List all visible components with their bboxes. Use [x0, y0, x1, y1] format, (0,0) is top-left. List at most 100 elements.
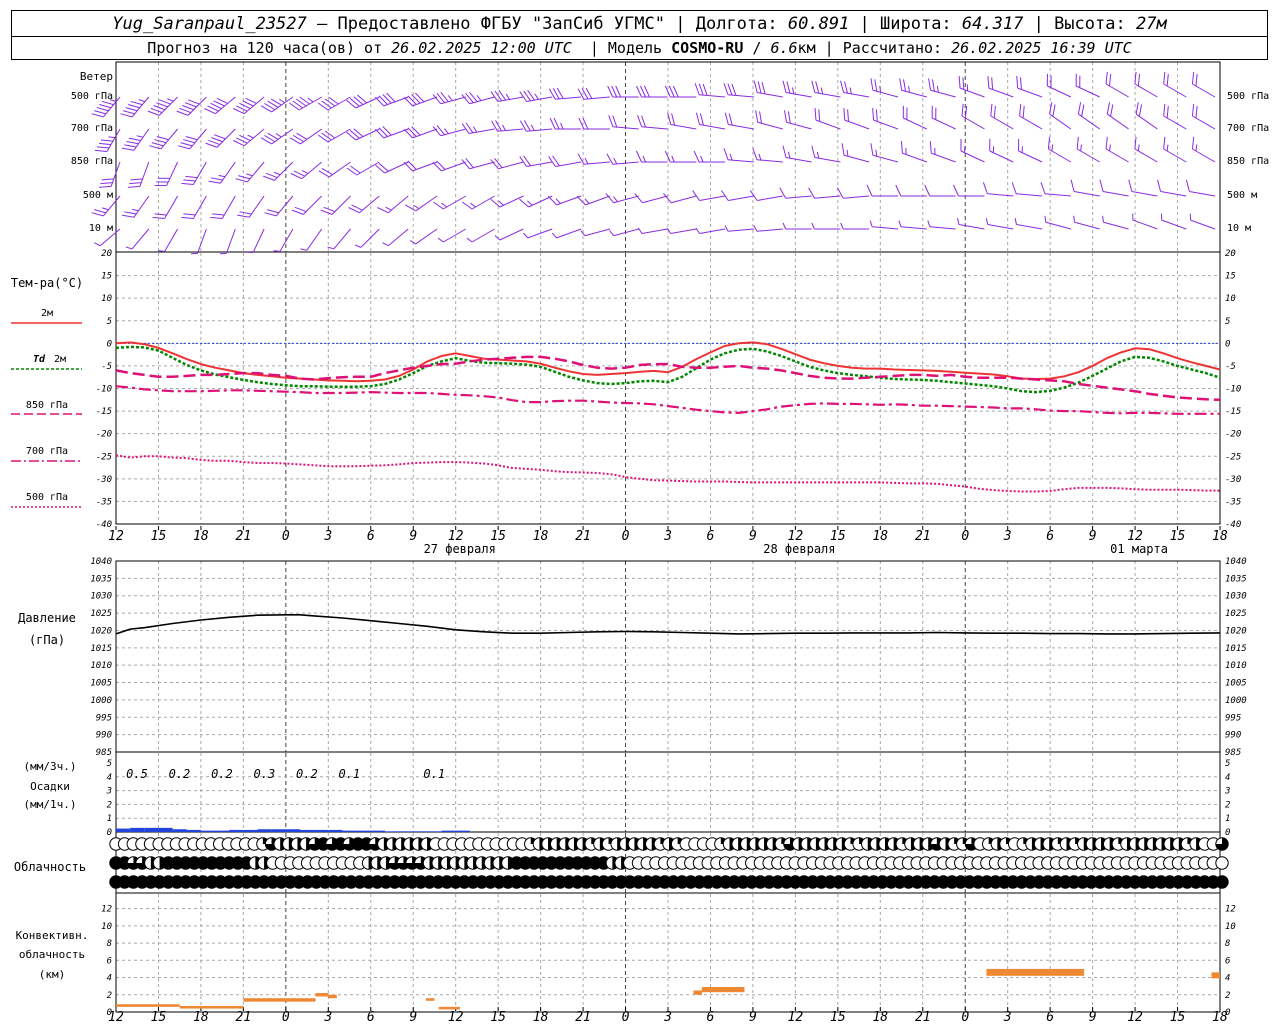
- wind-barb: [1157, 179, 1187, 197]
- wind-barb-feather: [929, 141, 932, 154]
- wind-barb-feather: [1128, 179, 1133, 192]
- temp-tick-left: 20: [101, 249, 112, 259]
- conv-time-tick-label: 0: [961, 1010, 969, 1024]
- wind-barb: [723, 83, 754, 98]
- conv-time-tick-label: 0: [282, 1010, 290, 1024]
- precip-title: Осадки: [30, 780, 70, 793]
- wind-barb: [176, 96, 207, 116]
- wind-barb: [354, 228, 380, 248]
- conv-tick-left: 2: [107, 991, 112, 1001]
- wind-barb: [580, 228, 611, 237]
- wind-barb-half-feather: [158, 250, 165, 253]
- wind-barb: [235, 161, 265, 183]
- pressure-tick-right: 1035: [1225, 574, 1247, 584]
- wind-barb-feather: [953, 184, 959, 197]
- temp-time-tick-label: 0: [622, 529, 630, 544]
- wind-barb-half-feather: [584, 157, 589, 165]
- precip-tick-right: 0: [1225, 828, 1230, 838]
- wind-barb-shaft: [1045, 221, 1072, 230]
- temp-tick-right: -10: [1225, 385, 1241, 395]
- wind-barb: [1128, 179, 1158, 197]
- cloud-symbol-lower: [1215, 875, 1229, 889]
- wind-barb-half-feather: [551, 232, 558, 239]
- wind-barb-shaft: [1189, 190, 1216, 197]
- wind-barb-shaft: [1160, 190, 1187, 197]
- precip-sum-label: 0.1: [423, 767, 445, 781]
- temp-tick-left: -30: [96, 475, 112, 485]
- wind-barb-half-feather: [1073, 215, 1076, 223]
- temp-time-tick-label: 3: [323, 529, 332, 544]
- conv-title-1: Конвективн.: [16, 929, 89, 942]
- temp-time-tick-label: 21: [575, 529, 591, 544]
- wind-barb-shaft: [1132, 219, 1158, 230]
- temp-tick-right: 5: [1225, 317, 1230, 327]
- precip-tick-right: 3: [1224, 787, 1230, 797]
- convective-bar: [243, 998, 316, 1002]
- pressure-tick-right: 985: [1225, 748, 1241, 758]
- wind-barb: [1076, 136, 1100, 163]
- precip-sum-label: 0.2: [169, 767, 191, 781]
- wind-barb: [190, 228, 207, 255]
- wind-barb-half-feather: [472, 126, 478, 133]
- wind-barb-half-feather: [869, 220, 873, 227]
- wind-barb-shaft: [1102, 190, 1129, 197]
- wind-barb-feather: [403, 128, 413, 139]
- day-label: 27 февраля: [424, 542, 496, 556]
- wind-barb-shaft: [556, 228, 582, 239]
- precip-bar: [370, 830, 385, 832]
- wind-barb: [636, 150, 668, 163]
- wind-barb: [152, 195, 179, 220]
- wind-barb-feather: [634, 193, 643, 204]
- precip-bar: [300, 829, 315, 832]
- wind-barb-half-feather: [560, 122, 564, 130]
- temp-tick-right: -20: [1225, 430, 1241, 440]
- precip-bar: [229, 829, 244, 832]
- wind-barb: [843, 108, 870, 130]
- wind-barb: [1163, 136, 1187, 163]
- temp-time-tick-label: 9: [749, 529, 757, 544]
- precip-sum-label: 0.2: [296, 767, 318, 781]
- wind-barb: [1105, 136, 1129, 163]
- wind-barb: [811, 222, 841, 230]
- conv-tick-left: 10: [101, 922, 112, 932]
- wind-barb: [840, 80, 870, 98]
- wind-barb: [260, 128, 294, 145]
- wind-barb: [433, 195, 467, 210]
- wind-barb: [181, 195, 207, 220]
- conv-tick-left: 12: [101, 905, 112, 915]
- wind-barb: [866, 184, 898, 197]
- temp-tick-right: 0: [1225, 339, 1230, 349]
- wind-barb: [409, 228, 438, 245]
- pressure-tick-left: 985: [96, 748, 112, 758]
- conv-time-tick-label: 15: [830, 1010, 846, 1024]
- conv-tick-left: 4: [107, 974, 112, 984]
- wind-barb: [927, 220, 956, 230]
- wind-barb-half-feather: [791, 87, 795, 94]
- wind-barb: [956, 218, 985, 230]
- wind-barb-half-feather: [609, 230, 614, 237]
- temp-time-tick-label: 9: [1089, 529, 1097, 544]
- wind-barb: [548, 155, 582, 168]
- wind-barb-feather: [378, 95, 388, 105]
- wind-barb: [1191, 71, 1216, 98]
- pressure-tick-left: 1035: [90, 574, 112, 584]
- conv-time-tick-label: 18: [872, 1010, 888, 1024]
- wind-barb-feather: [377, 207, 389, 214]
- wind-barb-feather: [811, 145, 816, 158]
- pressure-tick-left: 1020: [90, 626, 112, 636]
- temp-time-tick-label: 3: [1003, 529, 1012, 544]
- wind-level-850hpa: 850 гПа: [71, 156, 113, 167]
- wind-barb: [961, 103, 985, 130]
- temp-time-tick-label: 18: [533, 529, 549, 544]
- wind-barb: [1185, 179, 1216, 197]
- conv-time-tick-label: 3: [663, 1010, 672, 1024]
- temp-tick-left: -40: [96, 520, 112, 530]
- precip-tick-right: 4: [1225, 773, 1230, 783]
- conv-time-tick-label: 9: [1089, 1010, 1097, 1024]
- precip-bar: [130, 827, 145, 832]
- wind-barb-half-feather: [788, 151, 791, 159]
- wind-barb-feather: [436, 125, 445, 136]
- wind-barb: [605, 193, 639, 204]
- precip-bar: [172, 829, 187, 832]
- wind-barb: [958, 76, 985, 98]
